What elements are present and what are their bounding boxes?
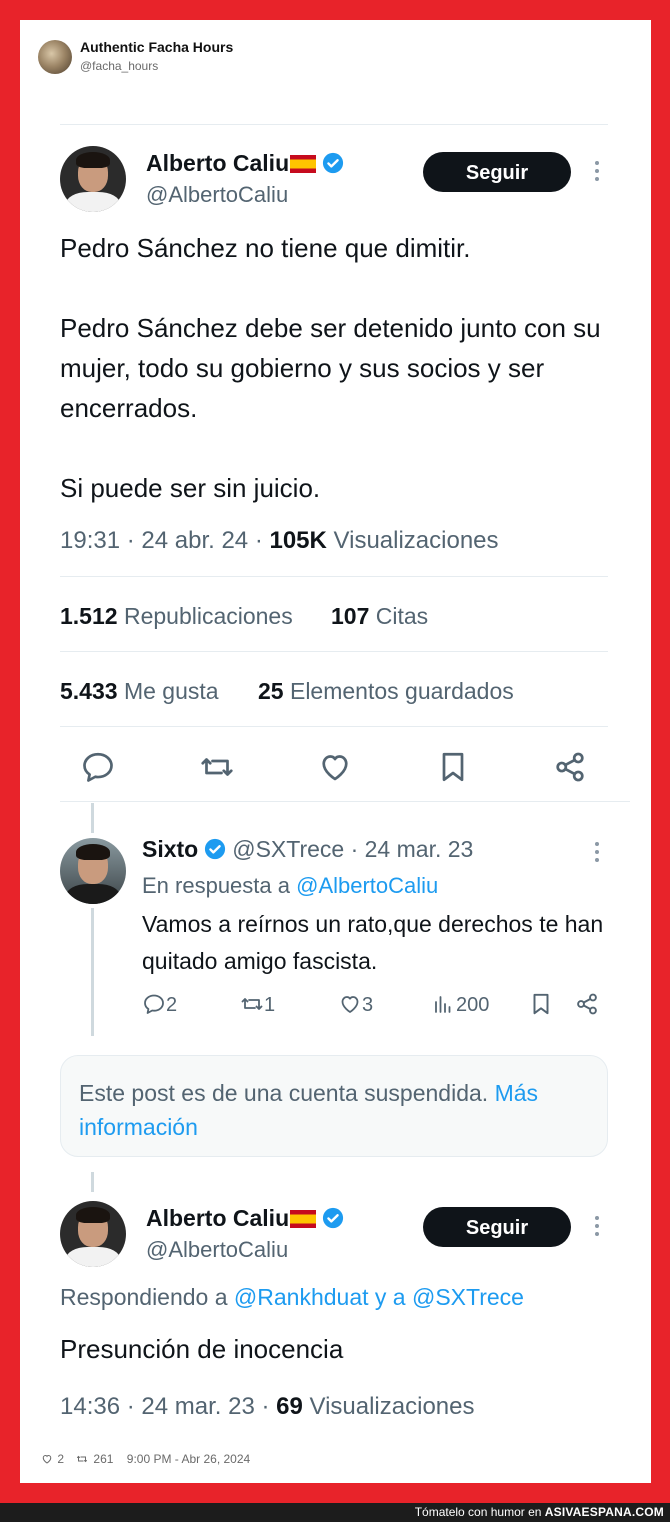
reposts-label: Republicaciones — [123, 603, 293, 629]
divider — [60, 801, 630, 802]
embed-stats: 2 261 9:00 PM - Abr 26, 2024 — [40, 1452, 250, 1466]
spain-flag-icon — [290, 1210, 317, 1228]
embed-timestamp[interactable]: 9:00 PM - Abr 26, 2024 — [127, 1452, 250, 1466]
footer-watermark: Tómatelo con humor en ASIVAESPANA.COM — [0, 1503, 670, 1522]
reply-like-action[interactable]: 3 — [338, 990, 373, 1020]
thread-line — [91, 803, 94, 833]
footer-prefix: Tómatelo con humor en — [414, 1505, 542, 1519]
quotes-label: Citas — [375, 603, 429, 629]
likes-label: Me gusta — [123, 678, 219, 704]
quotes-count: 107 — [331, 603, 370, 629]
footer-site[interactable]: ASIVAESPANA.COM — [545, 1505, 664, 1519]
share-icon[interactable] — [574, 991, 600, 1017]
more-options-icon[interactable] — [592, 161, 602, 185]
embed-retweets: 261 — [93, 1452, 114, 1466]
embed-likes: 2 — [57, 1452, 65, 1466]
tweet-meta: 19:31 · 24 abr. 24 · 105K Visualizacione… — [60, 527, 499, 555]
retweet-icon — [241, 998, 263, 1010]
thread-line — [91, 908, 94, 1036]
views-count: 105K — [269, 527, 327, 554]
views-count: 200 — [456, 994, 490, 1016]
reply-views-action[interactable]: 200 — [432, 990, 489, 1020]
verified-badge-icon — [205, 838, 226, 860]
avatar[interactable] — [60, 146, 126, 212]
reply-handle-date: @SXTrece · 24 mar. 23 — [232, 836, 474, 862]
views-count: 69 — [276, 1393, 303, 1420]
header-avatar[interactable] — [38, 40, 72, 74]
bookmark-icon[interactable] — [435, 749, 471, 785]
tweet-meta: 14:36 · 24 mar. 23 · 69 Visualizaciones — [60, 1393, 475, 1421]
saves-label: Elementos guardados — [289, 678, 514, 704]
replying-to-links[interactable]: @Rankhduat y a @SXTrece — [234, 1284, 524, 1310]
tweet-text: Presunción de inocencia — [60, 1334, 344, 1364]
divider — [60, 576, 608, 577]
reply-count: 2 — [166, 994, 178, 1016]
reply-retweet-action[interactable]: 1 — [240, 990, 275, 1020]
header-name[interactable]: Authentic Facha Hours — [80, 39, 233, 55]
reply-prefix: En respuesta a — [142, 873, 290, 898]
reply-icon[interactable] — [80, 749, 116, 785]
thread-line — [91, 1172, 94, 1192]
retweet-icon[interactable] — [74, 1453, 90, 1465]
quotes-stat[interactable]: 107 Citas — [331, 603, 428, 630]
follow-button[interactable]: Seguir — [423, 152, 571, 192]
reply-author[interactable]: Sixto @SXTrece · 24 mar. 23 — [142, 836, 473, 863]
likes-stat[interactable]: 5.433 Me gusta — [60, 678, 219, 705]
author-name[interactable]: Alberto Caliu — [146, 150, 344, 177]
replying-prefix: Respondiendo a — [60, 1284, 228, 1310]
views-icon — [435, 996, 451, 1013]
in-reply-to: En respuesta a @AlbertoCaliu — [142, 873, 438, 899]
like-count: 3 — [362, 994, 374, 1016]
bookmark-icon[interactable] — [528, 991, 554, 1017]
reply-reply-action[interactable]: 2 — [142, 990, 177, 1020]
views-label: Visualizaciones — [309, 1393, 475, 1420]
share-icon[interactable] — [552, 749, 588, 785]
retweet-count: 1 — [264, 994, 276, 1016]
tweet-text: Pedro Sánchez no tiene que dimitir. Pedr… — [60, 233, 601, 503]
saves-count: 25 — [258, 678, 284, 704]
more-options-icon[interactable] — [592, 1216, 602, 1240]
reply-text: Vamos a reírnos un rato,que derechos te … — [142, 911, 604, 974]
header-handle[interactable]: @facha_hours — [80, 59, 158, 73]
author-handle[interactable]: @AlbertoCaliu — [146, 182, 288, 208]
follow-button[interactable]: Seguir — [423, 1207, 571, 1247]
author-handle[interactable]: @AlbertoCaliu — [146, 1237, 288, 1263]
suspended-text: Este post es de una cuenta suspendida. — [79, 1080, 489, 1106]
reposts-stat[interactable]: 1.512 Republicaciones — [60, 603, 293, 630]
likes-count: 5.433 — [60, 678, 118, 704]
saves-stat[interactable]: 25 Elementos guardados — [258, 678, 514, 705]
divider — [60, 124, 608, 125]
like-icon[interactable] — [317, 749, 353, 785]
divider — [60, 726, 608, 727]
avatar[interactable] — [60, 1201, 126, 1267]
like-icon[interactable] — [40, 1453, 54, 1465]
suspended-notice: Este post es de una cuenta suspendida. M… — [60, 1055, 608, 1157]
spain-flag-icon — [290, 155, 317, 173]
reposts-count: 1.512 — [60, 603, 118, 629]
avatar[interactable] — [60, 838, 126, 904]
tweet-time[interactable]: 19:31 · 24 abr. 24 · — [60, 527, 263, 554]
more-options-icon[interactable] — [592, 842, 602, 866]
reply-author-name: Sixto — [142, 836, 199, 862]
divider — [60, 651, 608, 652]
verified-badge-icon — [323, 152, 344, 174]
author-name-text: Alberto Caliu — [146, 1205, 290, 1231]
reply-to-link[interactable]: @AlbertoCaliu — [296, 873, 438, 898]
author-name-text: Alberto Caliu — [146, 150, 290, 176]
author-name[interactable]: Alberto Caliu — [146, 1205, 344, 1232]
like-icon — [341, 996, 359, 1013]
replying-to: Respondiendo a @Rankhduat y a @SXTrece — [60, 1284, 524, 1311]
reply-icon — [144, 994, 164, 1014]
tweet-time[interactable]: 14:36 · 24 mar. 23 · — [60, 1393, 269, 1420]
retweet-icon[interactable] — [199, 749, 235, 785]
verified-badge-icon — [323, 1207, 344, 1229]
views-label: Visualizaciones — [333, 527, 499, 554]
